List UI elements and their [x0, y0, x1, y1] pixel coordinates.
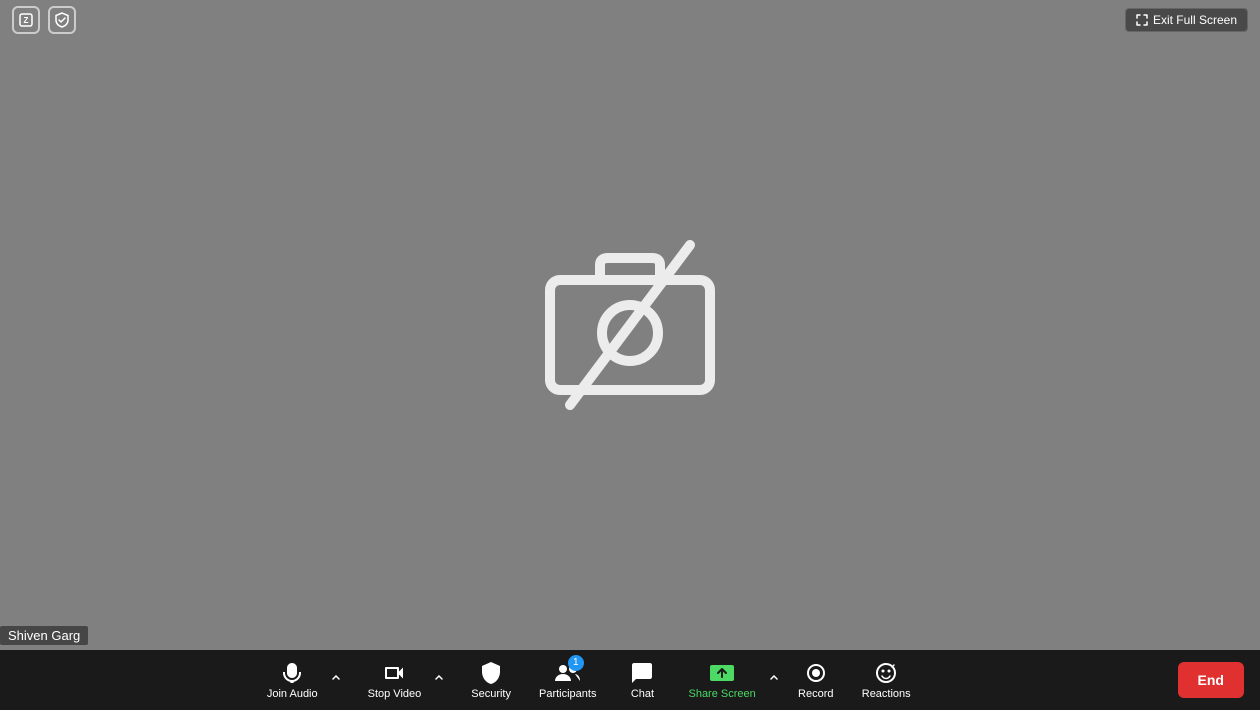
join-audio-icon [278, 661, 306, 685]
participants-button[interactable]: 1 Participants [527, 657, 608, 704]
main-video-area [0, 0, 1260, 650]
share-screen-chevron[interactable] [766, 666, 782, 694]
reactions-button[interactable]: Reactions [850, 657, 923, 704]
security-label: Security [471, 688, 511, 700]
top-left-icons: Z [12, 6, 76, 34]
chat-label: Chat [631, 688, 654, 700]
record-icon [802, 661, 830, 685]
reactions-label: Reactions [862, 688, 911, 700]
end-button[interactable]: End [1178, 662, 1244, 698]
stop-video-icon [380, 661, 408, 685]
share-screen-button[interactable]: Share Screen [676, 657, 767, 704]
stop-video-button[interactable]: Stop Video [356, 657, 434, 704]
toolbar-items: Join Audio Stop Video [0, 657, 1178, 704]
bottom-toolbar: Join Audio Stop Video [0, 650, 1260, 710]
zoom-logo-btn[interactable]: Z [12, 6, 40, 34]
join-audio-label: Join Audio [267, 688, 318, 700]
reactions-icon [872, 661, 900, 685]
top-bar: Z Exit Full Screen [0, 0, 1260, 40]
share-screen-icon [708, 661, 736, 685]
chat-button[interactable]: Chat [612, 657, 672, 704]
exit-full-screen-button[interactable]: Exit Full Screen [1125, 8, 1248, 32]
chat-icon [628, 661, 656, 685]
camera-off-icon [530, 240, 730, 410]
stop-video-label: Stop Video [368, 688, 422, 700]
security-icon [477, 661, 505, 685]
record-label: Record [798, 688, 833, 700]
join-audio-button[interactable]: Join Audio [255, 657, 330, 704]
record-button[interactable]: Record [786, 657, 846, 704]
security-button[interactable]: Security [459, 657, 523, 704]
participant-name-label: Shiven Garg [0, 626, 88, 645]
shield-btn[interactable] [48, 6, 76, 34]
join-audio-chevron[interactable] [328, 666, 344, 694]
participants-label: Participants [539, 688, 596, 700]
svg-text:Z: Z [24, 16, 29, 25]
exit-full-screen-label: Exit Full Screen [1153, 13, 1237, 27]
share-screen-label: Share Screen [688, 688, 755, 700]
stop-video-chevron[interactable] [431, 666, 447, 694]
participants-icon: 1 [554, 661, 582, 685]
participant-count-badge: 1 [568, 655, 584, 671]
